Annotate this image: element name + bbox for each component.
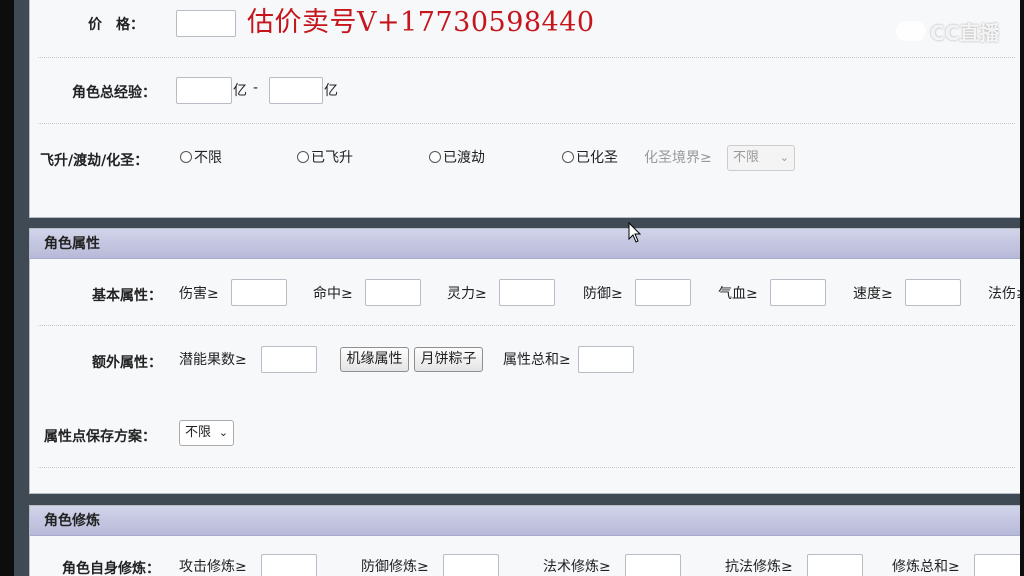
scheme-label: 属性点保存方案： xyxy=(44,429,156,445)
exp-unit-max: 亿 xyxy=(324,83,338,99)
section-title: 角色属性 xyxy=(44,236,100,252)
chevron-down-icon: ⌄ xyxy=(218,426,228,439)
potential-label: 潜能果数≥ xyxy=(179,352,247,368)
scheme-select[interactable]: 不限 ⌄ xyxy=(179,420,234,446)
basic-attr-label: 基本属性： xyxy=(92,288,162,304)
section-header: 角色属性 xyxy=(30,229,1023,259)
section-title: 角色修炼 xyxy=(44,513,100,529)
speed-input[interactable] xyxy=(905,279,961,306)
character-attributes-panel: 角色属性 基本属性： 伤害≥ 命中≥ 灵力≥ 防御≥ 气血≥ 速度≥ 法伤≥ 额… xyxy=(29,228,1024,494)
radio-label: 已化圣 xyxy=(576,150,618,166)
exp-separator: - xyxy=(253,80,259,96)
magic-cult-input[interactable] xyxy=(625,554,681,576)
hit-label: 命中≥ xyxy=(313,286,353,302)
chevron-down-icon: ⌄ xyxy=(779,151,789,164)
radio-circle[interactable] xyxy=(562,151,574,163)
spirit-label: 灵力≥ xyxy=(447,286,487,302)
attack-cult-label: 攻击修炼≥ xyxy=(179,559,247,575)
defense-cult-input[interactable] xyxy=(443,554,499,576)
damage-input[interactable] xyxy=(231,279,287,306)
hp-label: 气血≥ xyxy=(718,286,758,302)
divider xyxy=(38,467,1015,468)
exp-label: 角色总经验： xyxy=(72,85,156,101)
magic-damage-label: 法伤≥ xyxy=(988,286,1024,302)
watermark-text: 估价卖号V+17730598440 xyxy=(247,7,595,38)
price-min-input[interactable] xyxy=(176,10,236,37)
radio-circle[interactable] xyxy=(297,151,309,163)
cult-total-label: 修炼总和≥ xyxy=(892,559,960,575)
right-black-bar xyxy=(1020,0,1024,576)
radio-label: 不限 xyxy=(194,150,222,166)
defense-cult-label: 防御修炼≥ xyxy=(361,559,429,575)
left-black-bar xyxy=(0,0,14,576)
jiyuan-attr-button[interactable]: 机缘属性 xyxy=(340,347,409,372)
radio-unlimited[interactable]: 不限 xyxy=(180,147,222,167)
divider xyxy=(38,123,1015,124)
radio-label: 已飞升 xyxy=(311,150,353,166)
realm-select[interactable]: 不限 ⌄ xyxy=(727,145,795,171)
mooncake-button[interactable]: 月饼粽子 xyxy=(414,347,483,372)
resist-cult-label: 抗法修炼≥ xyxy=(725,559,793,575)
radio-ascended[interactable]: 已飞升 xyxy=(297,147,353,167)
self-cultivation-label: 角色自身修炼： xyxy=(62,561,160,576)
exp-unit-min: 亿 xyxy=(233,83,247,99)
speed-label: 速度≥ xyxy=(853,286,893,302)
scheme-select-value: 不限 xyxy=(185,425,212,440)
attr-total-label: 属性总和≥ xyxy=(503,352,571,368)
cult-total-input[interactable] xyxy=(974,554,1024,576)
magic-cult-label: 法术修炼≥ xyxy=(543,559,611,575)
mouse-cursor-icon xyxy=(628,222,642,243)
potential-input[interactable] xyxy=(261,346,317,373)
attr-total-input[interactable] xyxy=(578,346,634,373)
exp-max-input[interactable] xyxy=(269,77,323,104)
defense-input[interactable] xyxy=(635,279,691,306)
ascend-label: 飞升/渡劫/化圣： xyxy=(40,153,149,169)
cc-live-logo: CC直播 xyxy=(896,14,1014,48)
exp-min-input[interactable] xyxy=(176,77,232,104)
realm-label: 化圣境界≥ xyxy=(644,150,712,166)
hit-input[interactable] xyxy=(365,279,421,306)
extra-attr-label: 额外属性： xyxy=(92,355,162,371)
section-header: 角色修炼 xyxy=(30,506,1023,536)
damage-label: 伤害≥ xyxy=(179,286,219,302)
radio-circle[interactable] xyxy=(180,151,192,163)
logo-text: CC直播 xyxy=(930,20,1000,45)
divider xyxy=(38,325,1015,326)
radio-sainthood[interactable]: 已化圣 xyxy=(562,147,618,167)
spirit-input[interactable] xyxy=(499,279,555,306)
radio-circle[interactable] xyxy=(429,151,441,163)
hp-input[interactable] xyxy=(770,279,826,306)
resist-cult-input[interactable] xyxy=(807,554,863,576)
price-label: 价 格： xyxy=(88,17,144,33)
realm-select-value: 不限 xyxy=(733,150,760,165)
attack-cult-input[interactable] xyxy=(261,554,317,576)
radio-label: 已渡劫 xyxy=(443,150,485,166)
divider xyxy=(38,57,1015,58)
defense-label: 防御≥ xyxy=(583,286,623,302)
cloud-icon xyxy=(896,21,926,41)
radio-tribulation[interactable]: 已渡劫 xyxy=(429,147,485,167)
character-cultivation-panel: 角色修炼 角色自身修炼： 攻击修炼≥ 防御修炼≥ 法术修炼≥ 抗法修炼≥ 修炼总… xyxy=(29,505,1024,576)
